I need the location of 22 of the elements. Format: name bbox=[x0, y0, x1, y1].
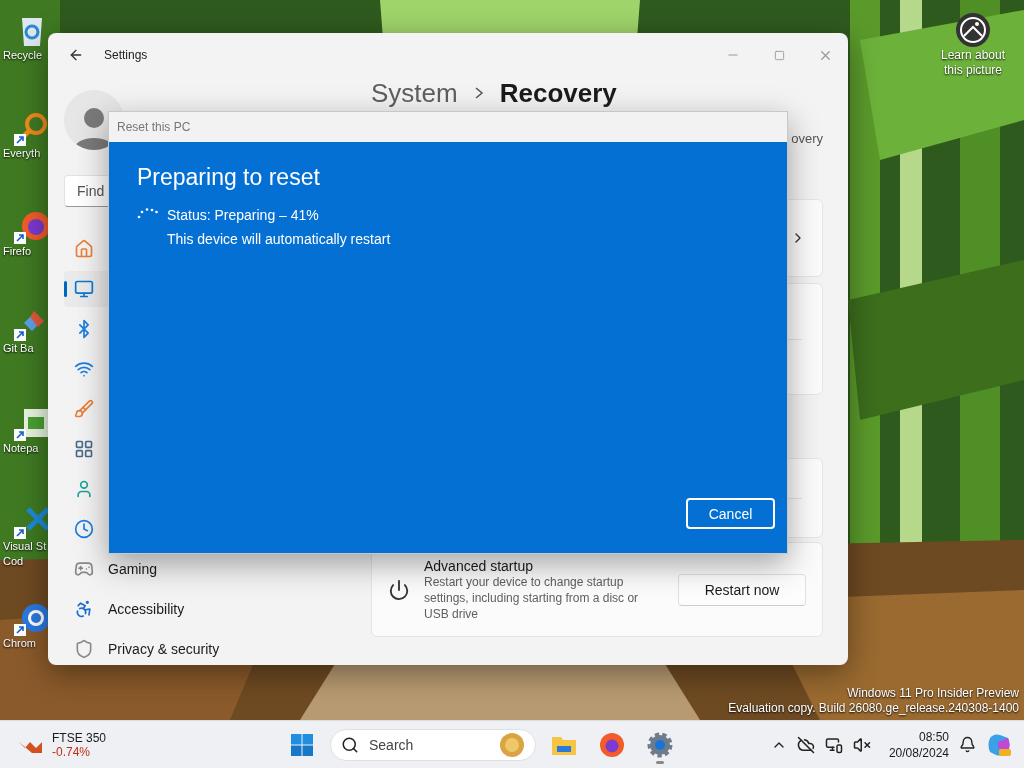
spotlight-label: this picture bbox=[944, 63, 1002, 78]
stock-name: FTSE 350 bbox=[52, 730, 107, 745]
spotlight-label: Learn about bbox=[940, 48, 1006, 63]
desktop-icon-label: Chrom bbox=[3, 636, 36, 651]
desktop-icon-label: Visual St bbox=[3, 539, 47, 554]
desktop-icon-label: Everyth bbox=[3, 146, 41, 161]
dialog-title: Reset this PC bbox=[117, 120, 191, 134]
card-title: Advanced startup bbox=[424, 557, 534, 574]
dialog-heading: Preparing to reset bbox=[137, 164, 321, 191]
desktop-icon-label: Cod bbox=[3, 554, 24, 569]
card-description: Restart your device to change startup settings, including starting from a disc or USB drive bbox=[424, 574, 640, 622]
desktop-icon-label: Firefo bbox=[3, 244, 32, 259]
stock-change: -0.74% bbox=[52, 744, 92, 759]
window-title: Settings bbox=[104, 48, 148, 62]
desktop-icon-label: Notepa bbox=[3, 441, 39, 456]
desktop-icon-label: Recycle bbox=[3, 48, 43, 63]
breadcrumb-item: Recovery bbox=[499, 77, 617, 109]
edition-text: Evaluation copy. Build 26080.ge_release.240308-1400 bbox=[728, 701, 1019, 716]
status-text: Status: Preparing – 41% bbox=[167, 207, 319, 223]
desktop-icon-label: Git Ba bbox=[3, 341, 34, 356]
edition-text: Windows 11 Pro Insider Preview bbox=[847, 686, 1019, 701]
restart-note: This device will automatically restart bbox=[167, 231, 392, 247]
